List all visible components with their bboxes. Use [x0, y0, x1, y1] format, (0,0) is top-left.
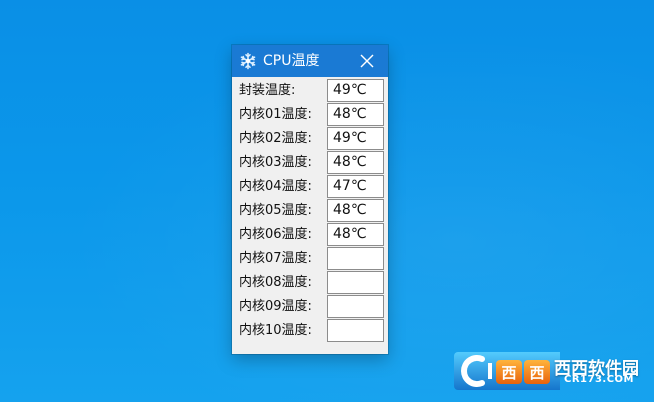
watermark-logo-icon: 西 西 — [452, 351, 634, 395]
sensor-label: 内核10温度: — [239, 323, 312, 338]
cpu-temp-window: CPU温度 封装温度: 49℃ 内核01温度: 48℃ 内核02温度: 49℃ … — [232, 45, 388, 354]
close-button[interactable] — [346, 45, 388, 77]
sensor-value-field[interactable] — [327, 295, 384, 318]
sensor-label: 内核02温度: — [239, 131, 312, 146]
sensor-value-field[interactable]: 48℃ — [327, 223, 384, 246]
sensor-row-core01: 内核01温度: 48℃ — [232, 103, 388, 127]
sensor-label: 内核05温度: — [239, 203, 312, 218]
title-bar[interactable]: CPU温度 — [232, 45, 388, 77]
watermark-site-domain: CR173.COM — [564, 374, 635, 385]
sensor-value-field[interactable]: 47℃ — [327, 175, 384, 198]
sensor-value-field[interactable]: 48℃ — [327, 199, 384, 222]
sensor-list: 封装温度: 49℃ 内核01温度: 48℃ 内核02温度: 49℃ 内核03温度… — [232, 77, 388, 354]
sensor-row-core07: 内核07温度: — [232, 247, 388, 271]
svg-text:西: 西 — [529, 364, 544, 382]
sensor-value-field[interactable]: 49℃ — [327, 127, 384, 150]
sensor-label: 内核07温度: — [239, 251, 312, 266]
sensor-row-core04: 内核04温度: 47℃ — [232, 175, 388, 199]
sensor-label: 内核04温度: — [239, 179, 312, 194]
svg-text:西: 西 — [501, 364, 516, 382]
sensor-label: 内核03温度: — [239, 155, 312, 170]
snowflake-icon — [239, 52, 257, 70]
sensor-label: 封装温度: — [239, 83, 296, 98]
sensor-value-field[interactable]: 49℃ — [327, 79, 384, 102]
sensor-label: 内核09温度: — [239, 299, 312, 314]
site-watermark: 西 西 西西软件园 CR173.COM — [452, 351, 639, 391]
sensor-row-core09: 内核09温度: — [232, 295, 388, 319]
sensor-value-field[interactable]: 48℃ — [327, 103, 384, 126]
sensor-value-field[interactable] — [327, 247, 384, 270]
sensor-row-core05: 内核05温度: 48℃ — [232, 199, 388, 223]
sensor-row-core08: 内核08温度: — [232, 271, 388, 295]
sensor-row-core06: 内核06温度: 48℃ — [232, 223, 388, 247]
sensor-label: 内核06温度: — [239, 227, 312, 242]
sensor-row-core03: 内核03温度: 48℃ — [232, 151, 388, 175]
sensor-value-field[interactable] — [327, 271, 384, 294]
window-title: CPU温度 — [263, 53, 320, 69]
sensor-label: 内核01温度: — [239, 107, 312, 122]
sensor-value-field[interactable] — [327, 319, 384, 342]
sensor-row-package: 封装温度: 49℃ — [232, 79, 388, 103]
sensor-value-field[interactable]: 48℃ — [327, 151, 384, 174]
sensor-row-core02: 内核02温度: 49℃ — [232, 127, 388, 151]
sensor-row-core10: 内核10温度: — [232, 319, 388, 343]
sensor-label: 内核08温度: — [239, 275, 312, 290]
